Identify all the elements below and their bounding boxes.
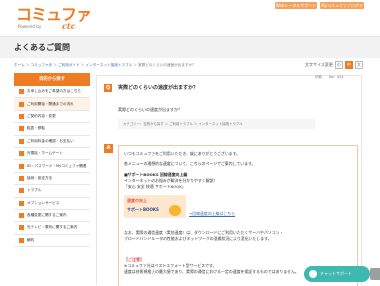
breadcrumb: ホーム ＞ コミュファ光 ＞ ご利用ガイド ＞ インターネット接続トラブル ＞ … [14,63,196,68]
breadcrumb-sep: ＞ [53,63,57,67]
site-header: コミュファ Powered by ctc Webトータルサポート Myコミュファ… [0,0,380,34]
banner-title: 速度の向上 [127,198,147,203]
question-badge: Q [104,84,112,92]
sidebar-item-label: 転居・移転 [27,126,45,131]
chat-support-label: チャットサポート [320,271,352,276]
category-path: カテゴリー：目的から探す ＞ ご利用トラブル ＞ インターネット接続トラブル [118,119,315,129]
home-icon [19,126,24,132]
sidebar-item-billing[interactable]: ご利用料金の確認・お支払い [14,135,90,148]
sidebar-item-move[interactable]: 転居・移転 [14,123,90,136]
doc-icon [19,113,24,119]
sidebar-item-contract[interactable]: ご契約内容・変更 [14,110,90,124]
ctc-logo: ctc [62,21,76,31]
breadcrumb-sep: ＞ [133,63,137,67]
my-commufa-login-button[interactable]: Myコミュファ / ログイン [320,2,364,15]
id-icon [19,163,24,169]
sidebar-item-phone[interactable]: 光電話・ホームゲート [14,147,90,161]
answer-text: ブロードバンドルータの性能およびネットワークの混雑状況により変化いたします。 [124,236,272,241]
font-size-label: 文字サイズ変更 [305,62,333,67]
answer-intro: 各メニューの理想的な速度について、こちらのページでご案内しています。 [124,161,256,166]
sidebar-item-setup[interactable]: 接続・設定方法 [14,172,90,186]
sidebar-item-label: トラブル [27,188,42,193]
faq-article: Q 実際どのくらいの速度が出ますか？ 印刷 No：424 実際どのくらいの速度が… [96,74,362,286]
font-size-small-button[interactable]: 小 [334,61,343,69]
tv-icon [19,225,24,231]
answer-badge: A [104,144,113,153]
doc-icon [19,89,24,95]
breadcrumb-home[interactable]: ホーム [14,63,25,67]
sidebar-item-changes[interactable]: 各種変更に関するご案内 [14,209,90,223]
question-body: 実際どのくらいの速度が出ますか？ [118,107,182,112]
breadcrumb-current: 実際どのくらいの速度が出ますか？ [138,63,196,67]
page-title: よくあるご質問 [14,43,70,52]
font-size-tools: 文字サイズ変更 小 中 大 [305,60,363,70]
close-icon [19,237,24,243]
font-size-large-button[interactable]: 大 [354,61,363,69]
font-size-medium-button[interactable]: 中 [344,61,353,69]
breadcrumb-trouble[interactable]: インターネット接続トラブル [86,63,133,67]
breadcrumb-guide[interactable]: ご利用ガイド [58,63,80,67]
question-number: No：424 [329,75,344,79]
sidebar-item-trouble[interactable]: トラブル [14,185,90,198]
wrench-icon [19,188,24,194]
doc-icon [19,213,24,219]
sidebar: 目的から探す お申し込みをご希望の方はこちら ご利用開始・開通までの流れ ご契約… [14,73,90,248]
sidebar-item-id[interactable]: ID・パスワード・Myコミュファ関連 [14,160,90,173]
sidebar-item-label: 光テレビ・電気に関するご案内 [27,225,78,230]
sidebar-item-label: ID・パスワード・Myコミュファ関連 [27,163,87,168]
sidebar-item-label: ご契約内容・変更 [27,113,56,118]
sidebar-item-cancel[interactable]: 解約 [14,234,90,248]
sidebar-item-label: 各種変更に関するご案内 [27,213,67,218]
sidebar-item-tv[interactable]: 光テレビ・電気に関するご案内 [14,222,90,235]
star-icon [19,200,24,206]
chat-icon [309,270,317,278]
scroll-top-button[interactable] [370,268,380,280]
question-title: 実際どのくらいの速度が出ますか？ [118,85,199,91]
breadcrumb-commufa[interactable]: コミュファ光 [31,63,53,67]
sidebar-item-flow[interactable]: ご利用開始・開通までの流れ [14,98,90,111]
plug-icon [19,175,24,181]
flow-icon [19,101,24,107]
print-link[interactable]: 印刷 [315,74,322,79]
breadcrumb-sep: ＞ [80,63,85,67]
sidebar-item-label: 光電話・ホームゲート [27,151,63,156]
support-books-banner[interactable]: 速度の向上 サポートBOOKS [124,195,186,218]
chat-support-button[interactable]: チャットサポート [304,266,370,282]
sidebar-item-label: 接続・設定方法 [27,175,53,180]
answer-box: いつもコミュファをご利用いただき、誠にありがとうございます。 各メニューの理想的… [118,145,358,286]
sidebar-heading: 目的から探す [14,73,90,86]
yen-icon [19,138,24,144]
support-books-desc: 「安心 安全 快適 サポートBOOK」 [124,184,186,189]
notice-text: 速度は技術規格上の最大値であり、実際の通信における一定の速度を保証するものではあ… [124,269,299,274]
banner-logo: サポートBOOKS [127,207,159,212]
speed-guide-link[interactable]: →回線速度向上編はこちら [189,211,235,217]
phone-icon [19,151,24,157]
commufa-logo[interactable]: コミュファ [16,7,92,23]
answer-lead: いつもコミュファをご利用いただき、誠にありがとうございます。 [124,151,241,156]
sidebar-item-label: 解約 [27,237,35,242]
breadcrumb-sep: ＞ [25,63,30,67]
sidebar-item-apply[interactable]: お申し込みをご希望の方はこちら [14,86,90,99]
web-support-button[interactable]: Webトータルサポート [275,2,317,9]
sidebar-item-label: ご利用料金の確認・お支払い [27,138,74,143]
mascot-icon [169,205,181,216]
sidebar-item-option[interactable]: オプションサービス [14,197,90,210]
sidebar-item-label: お申し込みをご希望の方はこちら [27,89,81,94]
logo-powered-by: Powered by [18,24,42,29]
sidebar-item-label: オプションサービス [27,200,60,205]
sidebar-item-label: ご利用開始・開通までの流れ [27,101,74,106]
